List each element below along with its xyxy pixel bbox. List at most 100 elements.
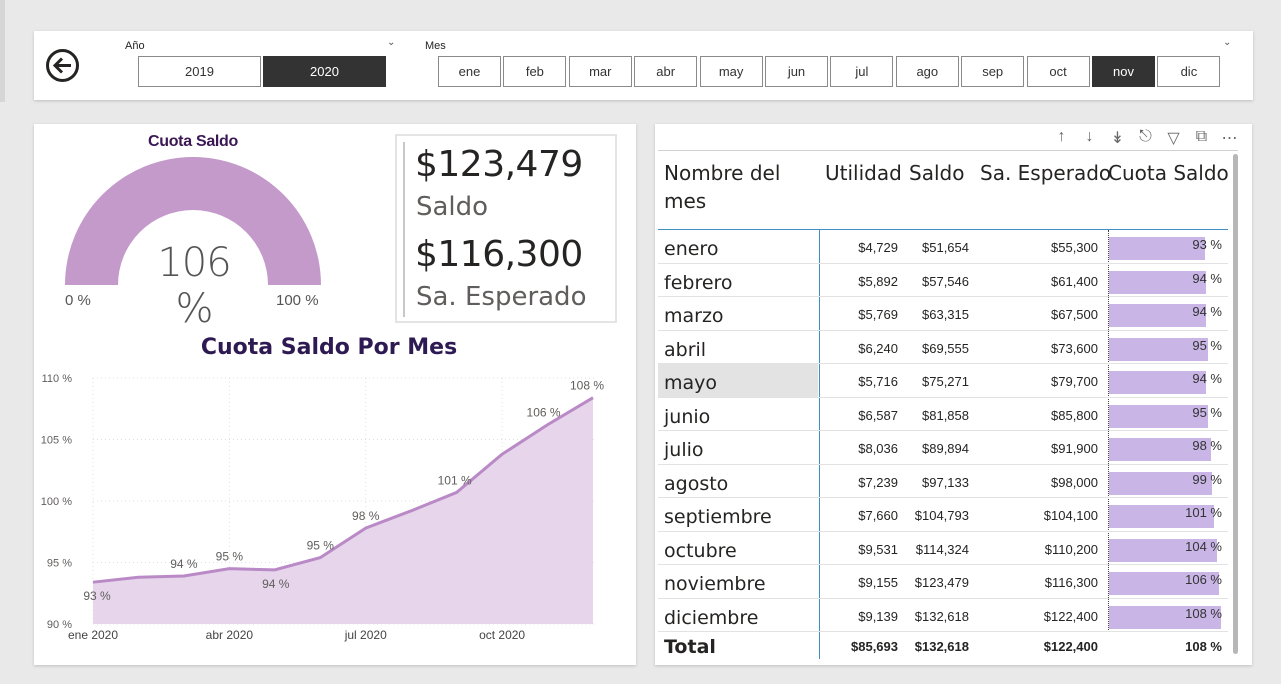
- filter-icon[interactable]: ▽: [1165, 128, 1182, 148]
- data-table[interactable]: Nombre del mes Utilidad Saldo Sa. Espera…: [658, 150, 1238, 664]
- year-button-0[interactable]: 2019: [138, 56, 261, 87]
- utilidad-cell: $6,587: [858, 407, 898, 423]
- table-row[interactable]: julio $8,036 $89,894 $91,900 98 %: [658, 431, 1228, 465]
- month-button-10[interactable]: nov: [1092, 56, 1155, 87]
- month-button-0[interactable]: ene: [438, 56, 501, 87]
- arrow-down-icon[interactable]: ↓: [1081, 128, 1098, 148]
- month-button-2[interactable]: mar: [568, 56, 632, 87]
- header-sa-esperado[interactable]: Sa. Esperado: [980, 159, 1111, 187]
- saldo-value: $123,479: [415, 144, 583, 185]
- esperado-cell: $116,300: [1044, 575, 1098, 590]
- data-label: 95 %: [216, 550, 244, 564]
- chevron-down-icon[interactable]: ⌄: [387, 37, 395, 48]
- table-row[interactable]: septiembre $7,660 $104,793 $104,100 101 %: [658, 498, 1228, 532]
- month-button-9[interactable]: oct: [1026, 56, 1090, 87]
- y-tick-label: 105 %: [41, 435, 72, 447]
- year-button-1[interactable]: 2020: [263, 56, 386, 87]
- esperado-cell: $79,700: [1051, 374, 1098, 389]
- month-button-7[interactable]: ago: [895, 56, 959, 87]
- utilidad-cell: $6,240: [858, 340, 898, 356]
- area-chart[interactable]: 90 %95 %100 %105 %110 %ene 2020 abr 2020 j…: [34, 364, 634, 654]
- month-button-6[interactable]: jul: [830, 56, 894, 87]
- month-button-8[interactable]: sep: [961, 56, 1025, 87]
- saldo-cell: $81,858: [922, 407, 969, 423]
- multi-row-card[interactable]: $123,479 Saldo $116,300 Sa. Esperado: [395, 134, 617, 323]
- cuota-value: 95 %: [1192, 337, 1222, 353]
- month-button-1[interactable]: feb: [503, 56, 567, 87]
- esperado-cell: $67,500: [1051, 307, 1098, 322]
- kpi-panel: Cuota Saldo 106 % 0 % 100 % $123,479 Sal…: [34, 124, 636, 665]
- expand-hierarchy-icon[interactable]: ⎋: [1137, 128, 1154, 148]
- esperado-cell: $91,900: [1051, 441, 1098, 456]
- cuota-value: 108 %: [1185, 605, 1222, 621]
- filter-panel: Año ⌄ 2019 2020 Mes ⌄ ene feb mar abr may jun j…: [34, 31, 1253, 100]
- cuota-value: 94 %: [1192, 304, 1222, 319]
- table-row[interactable]: agosto $7,239 $97,133 $98,000 99 %: [658, 465, 1228, 498]
- saldo-cell: $75,271: [922, 374, 969, 389]
- header-saldo[interactable]: Saldo: [909, 159, 964, 187]
- data-label: 93 %: [83, 589, 111, 603]
- utilidad-cell: $9,155: [858, 575, 898, 590]
- total-row: Total $85,693 $132,618 $122,400 108 %: [658, 632, 1228, 664]
- table-row[interactable]: enero $4,729 $51,654 $55,300 93 %: [658, 230, 1228, 264]
- vertical-scrollbar[interactable]: [1233, 154, 1238, 654]
- arrow-left-icon: [52, 57, 71, 74]
- cuota-value: 94 %: [1192, 270, 1222, 286]
- month-cell: septiembre: [664, 506, 772, 528]
- total-esperado: $122,400: [1043, 639, 1098, 654]
- data-label: 94 %: [170, 557, 198, 571]
- gauge-max-label: 100 %: [276, 292, 319, 309]
- saldo-label: Saldo: [416, 192, 489, 222]
- back-button[interactable]: [46, 49, 79, 82]
- table-row[interactable]: diciembre $9,139 $132,618 $122,400 108 %: [658, 599, 1228, 632]
- cuota-bar: [1109, 237, 1206, 260]
- cuota-value: 101 %: [1185, 505, 1222, 520]
- x-tick-label: jul 2020: [344, 628, 387, 642]
- arrow-up-icon[interactable]: ↑: [1053, 128, 1070, 148]
- table-row[interactable]: noviembre $9,155 $123,479 $116,300 106 %: [658, 565, 1228, 599]
- y-tick-label: 110 %: [42, 373, 73, 385]
- utilidad-cell: $9,139: [858, 608, 898, 624]
- total-label: Total: [664, 636, 716, 658]
- chevron-down-icon[interactable]: ⌄: [1223, 37, 1231, 48]
- left-edge-bar: [0, 0, 5, 102]
- total-cuota: 108 %: [1185, 639, 1222, 654]
- saldo-cell: $89,894: [922, 441, 969, 456]
- double-arrow-down-icon[interactable]: ↡: [1109, 128, 1126, 148]
- month-cell: diciembre: [664, 606, 759, 629]
- month-cell: agosto: [664, 472, 729, 495]
- table-panel: ↑ ↓ ↡ ⎋ ▽ ⧉ ⋯ Nombre del mes Utilidad Sa…: [655, 124, 1252, 665]
- month-button-3[interactable]: abr: [634, 56, 698, 87]
- header-utilidad[interactable]: Utilidad: [825, 159, 902, 187]
- utilidad-cell: $7,239: [858, 474, 898, 490]
- y-tick-label: 95 %: [47, 558, 72, 570]
- month-cell: abril: [664, 338, 707, 361]
- header-cuota-saldo[interactable]: Cuota Saldo: [1108, 159, 1229, 187]
- gauge-title: Cuota Saldo: [147, 133, 239, 150]
- esperado-cell: $122,400: [1043, 608, 1098, 624]
- table-row[interactable]: marzo $5,769 $63,315 $67,500 94 %: [658, 297, 1228, 331]
- cuota-value: 106 %: [1185, 572, 1222, 587]
- x-tick-label: abr 2020: [206, 628, 254, 642]
- table-row[interactable]: junio $6,587 $81,858 $85,800 95 %: [658, 398, 1228, 431]
- x-tick-label: oct 2020: [479, 628, 525, 642]
- saldo-cell: $114,324: [915, 541, 969, 557]
- cuota-value: 104 %: [1185, 538, 1222, 554]
- header-nombre-mes[interactable]: Nombre del mes: [664, 159, 814, 215]
- table-row[interactable]: abril $6,240 $69,555 $73,600 95 %: [658, 331, 1228, 364]
- saldo-cell: $97,133: [922, 474, 969, 490]
- table-row[interactable]: mayo $5,716 $75,271 $79,700 94 %: [658, 364, 1228, 398]
- month-button-11[interactable]: dic: [1157, 56, 1221, 87]
- more-options-icon[interactable]: ⋯: [1221, 128, 1238, 148]
- esperado-cell: $110,200: [1044, 541, 1098, 557]
- month-button-4[interactable]: may: [699, 56, 763, 87]
- esperado-cell: $55,300: [1051, 240, 1098, 255]
- month-button-5[interactable]: jun: [765, 56, 828, 87]
- focus-mode-icon[interactable]: ⧉: [1193, 128, 1210, 148]
- cuota-value: 93 %: [1192, 237, 1222, 252]
- table-row[interactable]: febrero $5,892 $57,546 $61,400 94 %: [658, 264, 1228, 297]
- data-label: 95 %: [307, 539, 335, 553]
- card-accent-line: [403, 142, 405, 317]
- month-cell: julio: [664, 439, 704, 461]
- table-row[interactable]: octubre $9,531 $114,324 $110,200 104 %: [658, 532, 1228, 565]
